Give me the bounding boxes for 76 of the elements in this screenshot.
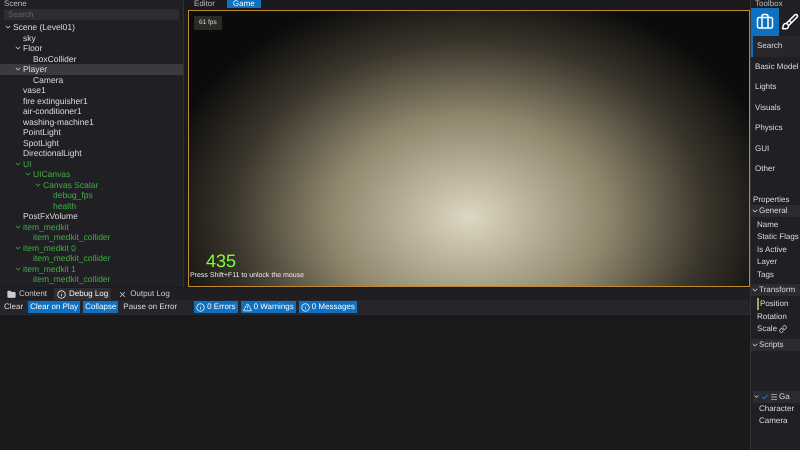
tree-item[interactable]: health [0,200,183,211]
bottom-tab[interactable]: Output Log [115,288,173,300]
script-header[interactable]: Ga [753,390,800,402]
tree-item[interactable]: Canvas Scalar [0,180,183,190]
toolbox-category[interactable]: Search [751,36,800,56]
search-field[interactable]: Search [4,9,179,20]
property-label: Is Active [757,244,787,256]
tree-item[interactable]: item_medkit_collider [0,274,183,284]
toolbox-category[interactable]: Physics [751,118,800,138]
tree-item[interactable]: Player [0,64,183,74]
log-toolbar-button[interactable]: 0 Warnings [240,301,296,313]
section-header[interactable]: General [751,204,800,216]
warning-icon [242,302,252,312]
property-label: Name [757,218,778,231]
log-toolbar-button[interactable]: Clear on Play [28,301,80,313]
property-label: Camera [758,414,788,426]
close-icon[interactable] [118,290,128,298]
property-label: Rotation [757,310,787,323]
briefcase-icon [756,13,774,31]
property-label: Position [757,298,788,310]
toolbox-category[interactable]: Visuals [751,98,800,118]
property-label: Scale [757,323,778,336]
tree-item[interactable]: UI [0,158,183,169]
brush-icon [780,13,798,31]
tree-item[interactable]: item_medkit_collider [0,232,183,242]
info-icon [300,302,310,312]
tree-item[interactable]: debug_fps [0,190,183,200]
log-toolbar-button[interactable]: 0 Errors [194,301,238,313]
editor-tab[interactable]: Game [226,0,261,8]
tree-item[interactable]: air-conditioner1 [0,106,183,116]
tree-item[interactable]: item_medkit_collider [0,253,183,264]
tree-item[interactable]: PointLight [0,127,183,138]
tree-item[interactable]: item_medkit 0 [0,242,183,253]
tree-item[interactable]: fire extinguisher1 [0,96,183,106]
property-label: Layer [757,256,778,268]
link-icon[interactable] [779,325,788,334]
toolbox-category[interactable]: GUI [751,138,800,159]
toolbox-category[interactable]: Lights [751,77,800,98]
toolbox-category[interactable]: Other [751,159,800,180]
section-header[interactable]: Transform [751,284,800,296]
bottom-tab[interactable]: Content [4,288,50,300]
tree-item[interactable]: PostFxVolume [0,211,183,222]
editor-tab[interactable]: Editor [188,0,221,8]
panel-title: Toolbox [754,0,784,8]
section-header[interactable]: Scripts [751,338,800,350]
tree-item[interactable]: UICanvas [0,169,183,180]
property-label: Character [758,402,796,414]
toolbox-category[interactable]: Basic Model [751,56,800,77]
check-icon[interactable] [761,392,769,400]
tree-item[interactable]: washing-machine1 [0,116,183,127]
tree-item[interactable]: item_medkit 1 [0,264,183,274]
chevron-icon[interactable] [753,393,760,400]
log-toolbar-button[interactable]: Clear [2,301,26,313]
tree-item[interactable]: item_medkit [0,222,183,232]
property-label: Static Flags [757,231,799,244]
folder-icon [7,290,16,298]
log-toolbar-button[interactable]: 0 Messages [298,301,357,313]
log-toolbar-button[interactable]: Collapse [83,301,118,313]
panel-title: Scene [3,0,28,8]
info-icon [57,290,66,298]
tree-item[interactable]: Camera [0,74,183,85]
tree-item[interactable]: Floor [0,43,183,54]
health-value: 435 [206,250,236,270]
panel-title: Properties [752,194,790,204]
tree-item[interactable]: SpotLight [0,138,183,148]
tree-item[interactable]: vase1 [0,85,183,96]
tree-item[interactable]: BoxCollider [0,54,183,64]
log-toolbar-button[interactable]: Pause on Error [121,301,180,313]
bottom-tab[interactable]: Debug Log [54,288,112,300]
tree-item[interactable]: DirectionalLight [0,148,183,158]
chevron-icon[interactable] [751,286,759,294]
menu-icon[interactable] [770,392,778,400]
tree-item[interactable]: Scene (Level01) [0,22,183,32]
property-label: Tags [757,268,774,281]
tree-item[interactable]: sky [0,32,183,43]
info-icon [196,302,206,312]
